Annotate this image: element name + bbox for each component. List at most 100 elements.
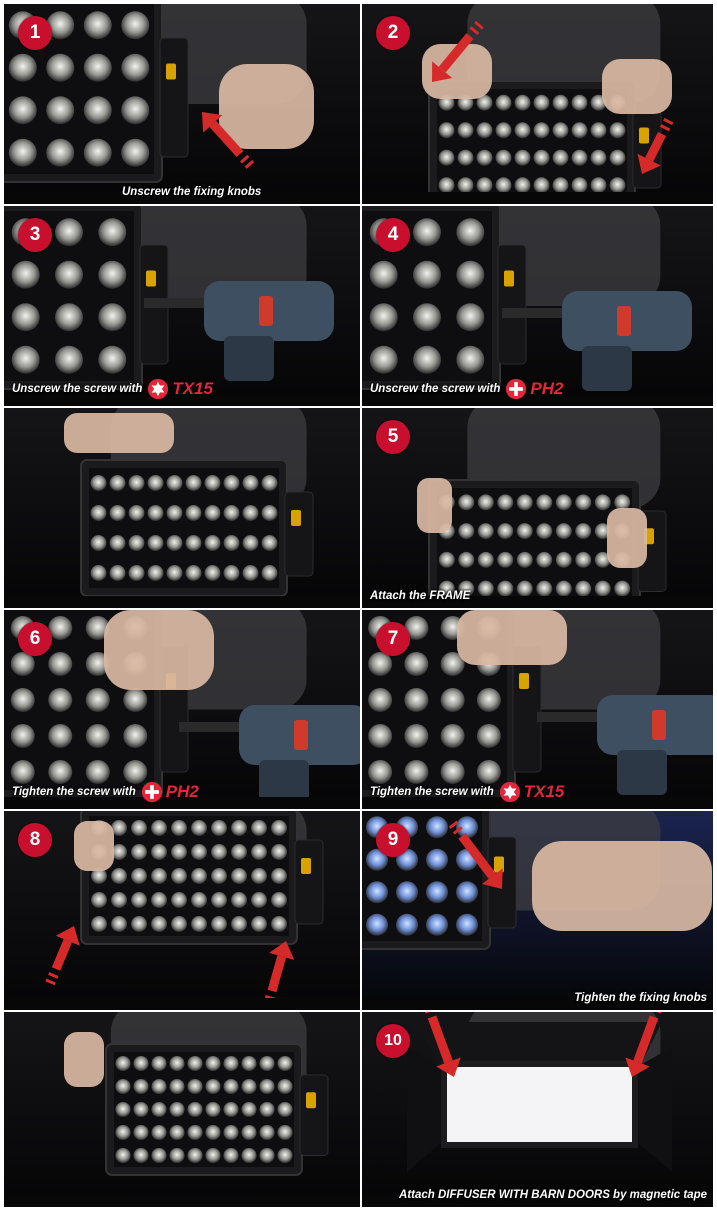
- led-lens: [271, 892, 287, 908]
- led-lens: [536, 551, 553, 568]
- led-lens: [191, 916, 207, 932]
- led-lens: [251, 844, 267, 860]
- led-lens: [497, 551, 514, 568]
- led-lens: [187, 1124, 203, 1141]
- led-lens: [241, 1124, 257, 1141]
- led-lens: [404, 688, 429, 712]
- led-lens: [413, 218, 441, 247]
- led-lens: [46, 138, 75, 167]
- led-lens: [8, 138, 37, 167]
- caption-text: Tighten the screw with: [12, 786, 136, 798]
- led-lens: [575, 580, 592, 597]
- led-lens: [241, 1078, 257, 1095]
- led-lens: [211, 844, 227, 860]
- led-lens: [571, 94, 588, 111]
- step-caption: Attach DIFFUSER WITH BARN DOORS by magne…: [399, 1189, 707, 1201]
- led-lens: [85, 688, 110, 712]
- led-lens: [169, 1101, 185, 1118]
- led-lens: [477, 523, 494, 540]
- step-number-badge: 6: [18, 622, 52, 656]
- led-lens: [223, 1078, 239, 1095]
- led-lens: [90, 535, 107, 551]
- step-panel: 6 Tighten the screw with PH2: [4, 610, 360, 809]
- step-panel: 7 Tighten the screw with TX15: [362, 610, 713, 809]
- led-lens: [191, 892, 207, 908]
- led-lens: [205, 1078, 221, 1095]
- led-lens: [366, 881, 388, 904]
- led-lens: [533, 177, 550, 194]
- led-lens: [457, 177, 474, 194]
- led-lens: [55, 303, 83, 332]
- led-lens: [552, 94, 569, 111]
- led-lens: [48, 688, 73, 712]
- led-lens: [261, 475, 278, 491]
- tool-label: PH2: [165, 782, 199, 801]
- led-lens: [205, 1101, 221, 1118]
- led-lens: [426, 913, 448, 936]
- led-lens: [111, 916, 127, 932]
- led-lens: [133, 1124, 149, 1141]
- step-panel: [4, 1012, 360, 1207]
- led-lens: [495, 177, 512, 194]
- step-caption: Attach the FRAME: [370, 590, 470, 602]
- led-lens: [495, 94, 512, 111]
- step-caption: Tighten the fixing knobs: [574, 992, 707, 1004]
- led-lens: [166, 535, 183, 551]
- led-lens: [169, 1124, 185, 1141]
- led-lens: [151, 1147, 167, 1164]
- led-lens: [368, 688, 393, 712]
- led-lens: [575, 494, 592, 511]
- led-lens: [516, 551, 533, 568]
- led-lens: [121, 96, 150, 125]
- led-lens: [204, 505, 221, 521]
- step-photo: [362, 4, 713, 204]
- led-lens: [171, 844, 187, 860]
- led-lens: [477, 494, 494, 511]
- led-lens: [514, 177, 531, 194]
- led-lens: [555, 580, 572, 597]
- led-lens: [259, 1124, 275, 1141]
- led-lens: [128, 535, 145, 551]
- step-photo: [362, 811, 713, 1010]
- led-lens: [204, 535, 221, 551]
- led-lens: [590, 122, 607, 139]
- led-lens: [456, 218, 485, 247]
- caption-text: Tighten the screw with: [370, 786, 494, 798]
- led-lens: [171, 892, 187, 908]
- step-number-badge: 5: [376, 420, 410, 454]
- led-lens: [166, 475, 183, 491]
- led-lens: [131, 916, 147, 932]
- led-lens: [456, 881, 478, 904]
- led-lens: [426, 816, 448, 839]
- led-lens: [171, 916, 187, 932]
- led-lens: [166, 505, 183, 521]
- led-lens: [413, 303, 441, 332]
- led-lens: [261, 505, 278, 521]
- led-lens: [594, 494, 611, 511]
- led-lens: [368, 724, 393, 748]
- led-lens: [271, 868, 287, 884]
- led-lens: [552, 177, 569, 194]
- led-lens: [426, 848, 448, 871]
- led-lens: [516, 580, 533, 597]
- led-lens: [231, 892, 247, 908]
- step-number-badge: 2: [376, 16, 410, 50]
- led-lens: [151, 1078, 167, 1095]
- led-lens: [241, 1055, 257, 1072]
- led-lens: [536, 523, 553, 540]
- led-lens: [242, 565, 259, 581]
- led-lens: [91, 916, 107, 932]
- step-caption: Unscrew the screw with PH2: [370, 378, 563, 400]
- step-photo: [4, 4, 360, 204]
- led-lens: [516, 523, 533, 540]
- led-lens: [440, 724, 465, 748]
- led-lens: [497, 494, 514, 511]
- led-lens: [242, 505, 259, 521]
- led-lens: [476, 724, 501, 748]
- hand: [602, 59, 672, 114]
- led-lens: [46, 53, 75, 82]
- led-lens: [552, 122, 569, 139]
- led-lens: [133, 1078, 149, 1095]
- led-lens: [128, 475, 145, 491]
- step-panel: 4 Unscrew the screw with PH2: [362, 206, 713, 406]
